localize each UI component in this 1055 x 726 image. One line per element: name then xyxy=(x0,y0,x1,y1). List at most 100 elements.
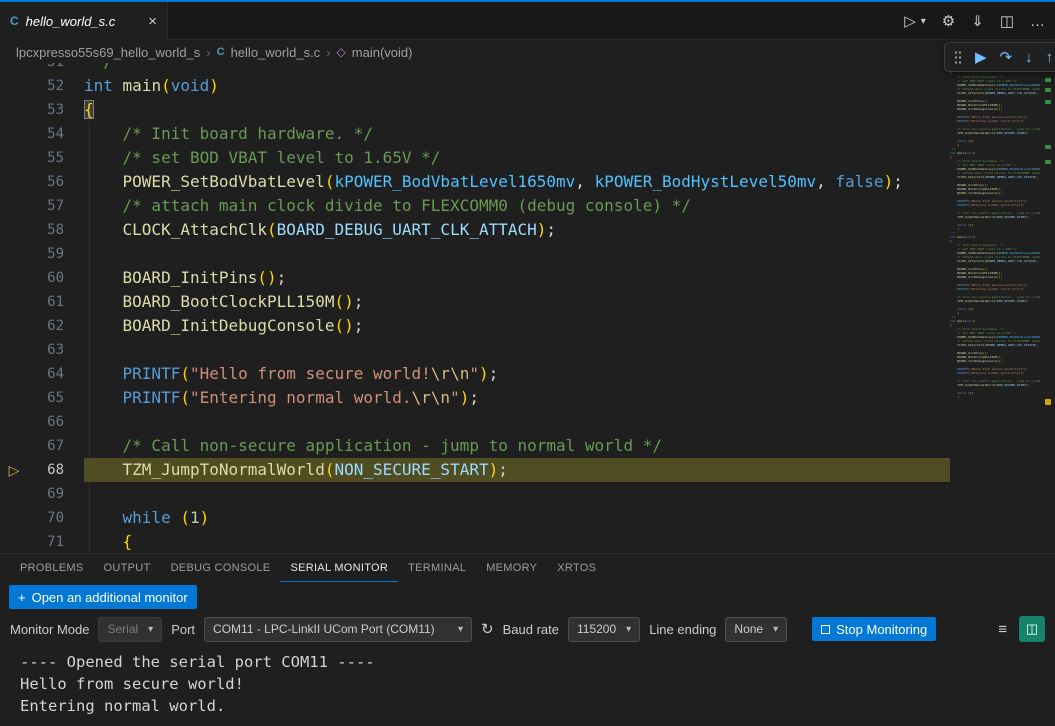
stop-monitoring-label: Stop Monitoring xyxy=(836,622,927,637)
overview-mark xyxy=(1045,78,1051,82)
clear-output-icon[interactable]: ≡ xyxy=(998,621,1007,638)
code-line-53[interactable]: 53{ xyxy=(0,98,950,122)
code-line-60[interactable]: 60 BOARD_InitPins(); xyxy=(0,266,950,290)
line-number: 65 xyxy=(28,390,64,406)
line-number: 71 xyxy=(28,534,64,550)
editor-actions: ▷ ▾ ⚙ ⇓ ◫ … xyxy=(904,2,1045,40)
serial-output-line: ---- Opened the serial port COM11 ---- xyxy=(20,651,1055,673)
chevron-down-icon: ▾ xyxy=(626,624,631,635)
code-line-51[interactable]: 51 */ xyxy=(0,63,950,74)
c-file-icon: C xyxy=(217,46,225,58)
code-text: BOARD_InitDebugConsole(); xyxy=(84,314,950,338)
line-number: 61 xyxy=(28,294,64,310)
line-number: 57 xyxy=(28,198,64,214)
toggle-view-button[interactable]: ◫ xyxy=(1019,616,1045,642)
code-line-64[interactable]: 64 PRINTF("Hello from secure world!\r\n"… xyxy=(0,362,950,386)
line-number: 53 xyxy=(28,102,64,118)
code-line-61[interactable]: 61 BOARD_BootClockPLL150M(); xyxy=(0,290,950,314)
window-top-accent xyxy=(0,0,1055,2)
bottom-panel: PROBLEMSOUTPUTDEBUG CONSOLESERIAL MONITO… xyxy=(0,553,1055,726)
split-editor-icon[interactable]: ◫ xyxy=(1000,12,1014,30)
line-number: 66 xyxy=(28,414,64,430)
code-editor[interactable]: 51 */52int main(void)53{54 /* Init board… xyxy=(0,63,1055,553)
close-tab-icon[interactable]: × xyxy=(148,13,157,30)
code-line-68[interactable]: ▷68 TZM_JumpToNormalWorld(NON_SECURE_STA… xyxy=(0,458,950,482)
breadcrumb-item[interactable]: hello_world_s.c xyxy=(231,45,321,60)
open-additional-monitor-label: Open an additional monitor xyxy=(32,590,188,605)
panel-tab-serial-monitor[interactable]: SERIAL MONITOR xyxy=(280,554,398,582)
run-or-debug-icon[interactable]: ▷ xyxy=(904,12,916,30)
port-select[interactable]: COM11 - LPC-LinkII UCom Port (COM11) ▾ xyxy=(204,617,472,642)
code-line-59[interactable]: 59 xyxy=(0,242,950,266)
line-number: 55 xyxy=(28,150,64,166)
debug-current-line-arrow-icon[interactable]: ▷ xyxy=(0,462,28,479)
monitor-mode-value: Serial xyxy=(107,622,138,636)
code-line-65[interactable]: 65 PRINTF("Entering normal world.\r\n"); xyxy=(0,386,950,410)
symbol-method-icon: ◇ xyxy=(337,45,346,59)
monitor-mode-select[interactable]: Serial ▾ xyxy=(98,617,162,642)
serial-output[interactable]: ---- Opened the serial port COM11 ----He… xyxy=(0,646,1055,717)
panel-tab-memory[interactable]: MEMORY xyxy=(476,554,547,582)
settings-gear-icon[interactable]: ⚙ xyxy=(942,12,955,30)
panel-tab-xrtos[interactable]: XRTOS xyxy=(547,554,606,582)
code-text: /* Call non-secure application - jump to… xyxy=(84,434,950,458)
code-line-54[interactable]: 54 /* Init board hardware. */ xyxy=(0,122,950,146)
code-text: CLOCK_AttachClk(BOARD_DEBUG_UART_CLK_ATT… xyxy=(84,218,950,242)
panel-tab-problems[interactable]: PROBLEMS xyxy=(10,554,94,582)
tab-hello-world-s-c[interactable]: C hello_world_s.c × xyxy=(0,2,168,40)
code-line-69[interactable]: 69 xyxy=(0,482,950,506)
line-ending-value: None xyxy=(734,622,763,636)
split-pane-icon: ◫ xyxy=(1026,621,1038,637)
breadcrumb-separator-icon: › xyxy=(326,45,330,60)
drag-grip-icon[interactable] xyxy=(954,50,962,65)
breadcrumb: lpcxpresso55s69_hello_world_s › Chello_wor… xyxy=(0,41,1055,63)
port-value: COM11 - LPC-LinkII UCom Port (COM11) xyxy=(213,622,448,636)
serial-output-line: Entering normal world. xyxy=(20,695,1055,717)
more-actions-icon[interactable]: … xyxy=(1030,13,1045,30)
open-additional-monitor-button[interactable]: + Open an additional monitor xyxy=(9,585,197,609)
overview-ruler[interactable] xyxy=(1041,63,1055,553)
breadcrumb-item[interactable]: lpcxpresso55s69_hello_world_s xyxy=(16,45,200,60)
code-text: BOARD_InitPins(); xyxy=(84,266,950,290)
code-line-67[interactable]: 67 /* Call non-secure application - jump… xyxy=(0,434,950,458)
code-line-62[interactable]: 62 BOARD_InitDebugConsole(); xyxy=(0,314,950,338)
line-number: 51 xyxy=(28,63,64,70)
panel-tab-terminal[interactable]: TERMINAL xyxy=(398,554,476,582)
panel-tab-output[interactable]: OUTPUT xyxy=(94,554,161,582)
breadcrumb-item[interactable]: main(void) xyxy=(352,45,413,60)
stop-monitoring-button[interactable]: Stop Monitoring xyxy=(812,617,936,641)
refresh-ports-icon[interactable]: ↻ xyxy=(481,620,494,638)
debug-step-into-icon[interactable]: ↓ xyxy=(1025,49,1033,66)
minimap[interactable]: */int main(void){ /* Init board hardware… xyxy=(950,63,1040,403)
code-line-71[interactable]: 71 { xyxy=(0,530,950,553)
run-dropdown-chevron-icon[interactable]: ▾ xyxy=(921,16,926,27)
line-ending-select[interactable]: None ▾ xyxy=(725,617,787,642)
port-label: Port xyxy=(171,622,195,637)
line-number: 60 xyxy=(28,270,64,286)
overview-mark-debug-line xyxy=(1045,399,1051,405)
code-line-70[interactable]: 70 while (1) xyxy=(0,506,950,530)
chevron-down-icon: ▾ xyxy=(148,624,153,635)
debug-step-out-icon[interactable]: ↑ xyxy=(1046,49,1054,66)
code-text: BOARD_BootClockPLL150M(); xyxy=(84,290,950,314)
line-number: 68 xyxy=(28,462,64,478)
code-line-66[interactable]: 66 xyxy=(0,410,950,434)
debug-continue-icon[interactable]: ▶ xyxy=(975,48,987,66)
serial-output-line: Hello from secure world! xyxy=(20,673,1055,695)
baud-rate-select[interactable]: 115200 ▾ xyxy=(568,617,640,642)
install-download-icon[interactable]: ⇓ xyxy=(971,12,984,30)
panel-tab-debug-console[interactable]: DEBUG CONSOLE xyxy=(161,554,281,582)
c-file-icon: C xyxy=(10,14,19,28)
code-text: PRINTF("Entering normal world.\r\n"); xyxy=(84,386,950,410)
code-line-57[interactable]: 57 /* attach main clock divide to FLEXCO… xyxy=(0,194,950,218)
code-line-63[interactable]: 63 xyxy=(0,338,950,362)
code-line-55[interactable]: 55 /* set BOD VBAT level to 1.65V */ xyxy=(0,146,950,170)
code-line-58[interactable]: 58 CLOCK_AttachClk(BOARD_DEBUG_UART_CLK_… xyxy=(0,218,950,242)
code-text: int main(void) xyxy=(84,74,950,98)
baud-rate-value: 115200 xyxy=(577,622,616,636)
code-line-56[interactable]: 56 POWER_SetBodVbatLevel(kPOWER_BodVbatL… xyxy=(0,170,950,194)
code-line-52[interactable]: 52int main(void) xyxy=(0,74,950,98)
baud-rate-label: Baud rate xyxy=(503,622,559,637)
monitor-mode-label: Monitor Mode xyxy=(10,622,89,637)
debug-step-over-icon[interactable]: ↷ xyxy=(1000,48,1013,66)
